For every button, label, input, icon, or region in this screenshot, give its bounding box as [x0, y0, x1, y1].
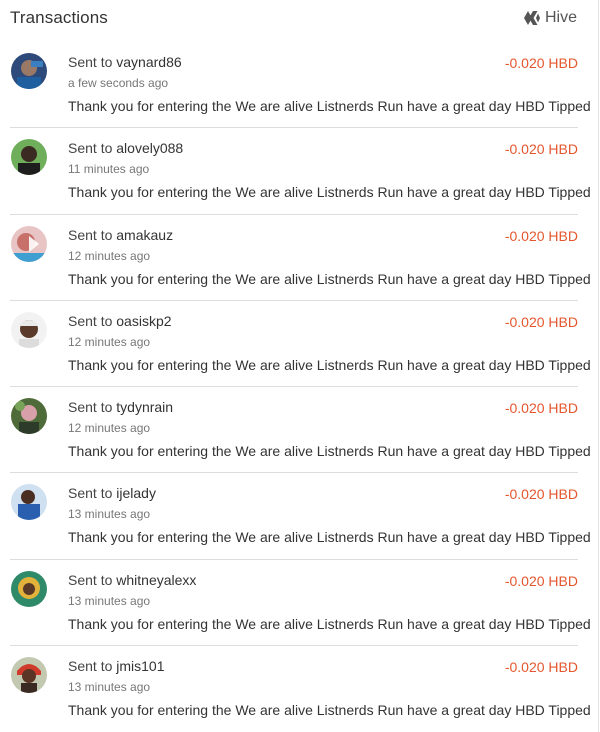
transaction-row: Sent to tydynrain 12 minutes ago Thank y…: [10, 387, 591, 474]
hive-logo-icon: [523, 11, 540, 25]
transaction-row: Sent to whitneyalexx 13 minutes ago Than…: [10, 560, 591, 647]
transaction-amount: -0.020 HBD: [504, 141, 578, 158]
recipient-link[interactable]: ijelady: [116, 485, 156, 501]
avatar[interactable]: [11, 311, 47, 348]
transaction-amount: -0.020 HBD: [504, 55, 578, 71]
transaction-row: Sent to ijelady 13 minutes ago Thank you…: [10, 473, 591, 560]
transaction-time: 11 minutes ago: [68, 162, 150, 177]
transaction-amount: -0.020 HBD: [504, 313, 578, 330]
panel-header: Transactions Hive: [10, 0, 577, 36]
transaction-amount: -0.020 HBD: [504, 659, 578, 676]
transaction-memo: Thank you for entering the We are alive …: [68, 615, 591, 632]
transaction-row: Sent to oasiskp2 12 minutes ago Thank yo…: [10, 301, 591, 388]
direction-label: Sent to: [68, 399, 113, 416]
avatar[interactable]: [11, 53, 47, 89]
transaction-row: Sent to jmis101 13 minutes ago Thank you…: [10, 646, 591, 732]
transaction-description: Sent to jmis101: [68, 658, 165, 674]
transaction-memo: Thank you for entering the We are alive …: [68, 270, 591, 287]
transaction-time: 12 minutes ago: [68, 248, 151, 263]
transaction-time: 13 minutes ago: [68, 680, 151, 695]
transaction-time: 13 minutes ago: [68, 507, 151, 522]
chain-label: Hive: [544, 9, 577, 26]
avatar[interactable]: [11, 139, 47, 176]
recipient-link[interactable]: amakauz: [116, 227, 173, 243]
direction-label: Sent to: [68, 312, 113, 329]
transaction-memo: Thank you for entering the We are alive …: [68, 702, 591, 719]
transactions-panel: Transactions Hive Sent to vaynard86 a fe…: [0, 0, 599, 732]
recipient-link[interactable]: jmis101: [116, 658, 164, 674]
recipient-link[interactable]: tydynrain: [116, 399, 173, 415]
direction-label: Sent to: [68, 571, 113, 588]
chain-selector[interactable]: Hive: [523, 9, 577, 27]
avatar[interactable]: [11, 225, 47, 262]
direction-label: Sent to: [68, 226, 113, 243]
recipient-link[interactable]: alovely088: [116, 140, 183, 156]
transaction-memo: Thank you for entering the We are alive …: [68, 98, 591, 114]
transaction-description: Sent to vaynard86: [68, 54, 182, 70]
avatar[interactable]: [11, 570, 47, 607]
direction-label: Sent to: [68, 140, 113, 157]
avatar[interactable]: [11, 398, 47, 435]
recipient-link[interactable]: vaynard86: [116, 54, 181, 70]
transaction-row: Sent to amakauz 12 minutes ago Thank you…: [10, 215, 591, 301]
transaction-list: Sent to vaynard86 a few seconds ago Than…: [10, 42, 591, 732]
transaction-amount: -0.020 HBD: [504, 572, 578, 589]
transaction-memo: Thank you for entering the We are alive …: [68, 356, 591, 373]
transaction-memo: Thank you for entering the We are alive …: [68, 184, 591, 201]
transaction-description: Sent to oasiskp2: [68, 313, 172, 329]
transaction-description: Sent to ijelady: [68, 485, 156, 501]
transaction-description: Sent to amakauz: [68, 227, 173, 243]
transaction-memo: Thank you for entering the We are alive …: [68, 529, 591, 546]
direction-label: Sent to: [68, 485, 113, 502]
transaction-time: 13 minutes ago: [68, 593, 151, 608]
transaction-time: a few seconds ago: [68, 76, 169, 90]
avatar[interactable]: [11, 657, 47, 694]
transaction-row: Sent to vaynard86 a few seconds ago Than…: [10, 42, 591, 129]
transaction-amount: -0.020 HBD: [504, 227, 578, 244]
transaction-memo: Thank you for entering the We are alive …: [68, 443, 591, 460]
transaction-amount: -0.020 HBD: [504, 486, 578, 503]
transaction-description: Sent to tydynrain: [68, 399, 173, 415]
transaction-description: Sent to alovely088: [68, 140, 183, 156]
recipient-link[interactable]: oasiskp2: [116, 313, 171, 329]
direction-label: Sent to: [68, 658, 113, 675]
transaction-description: Sent to whitneyalexx: [68, 572, 196, 588]
transaction-time: 12 minutes ago: [68, 334, 151, 349]
transaction-time: 12 minutes ago: [68, 421, 151, 436]
avatar[interactable]: [11, 484, 47, 521]
panel-title: Transactions: [10, 8, 108, 27]
recipient-link[interactable]: whitneyalexx: [116, 572, 196, 588]
transaction-row: Sent to alovely088 11 minutes ago Thank …: [10, 128, 591, 215]
direction-label: Sent to: [68, 54, 113, 70]
transaction-amount: -0.020 HBD: [504, 400, 578, 417]
